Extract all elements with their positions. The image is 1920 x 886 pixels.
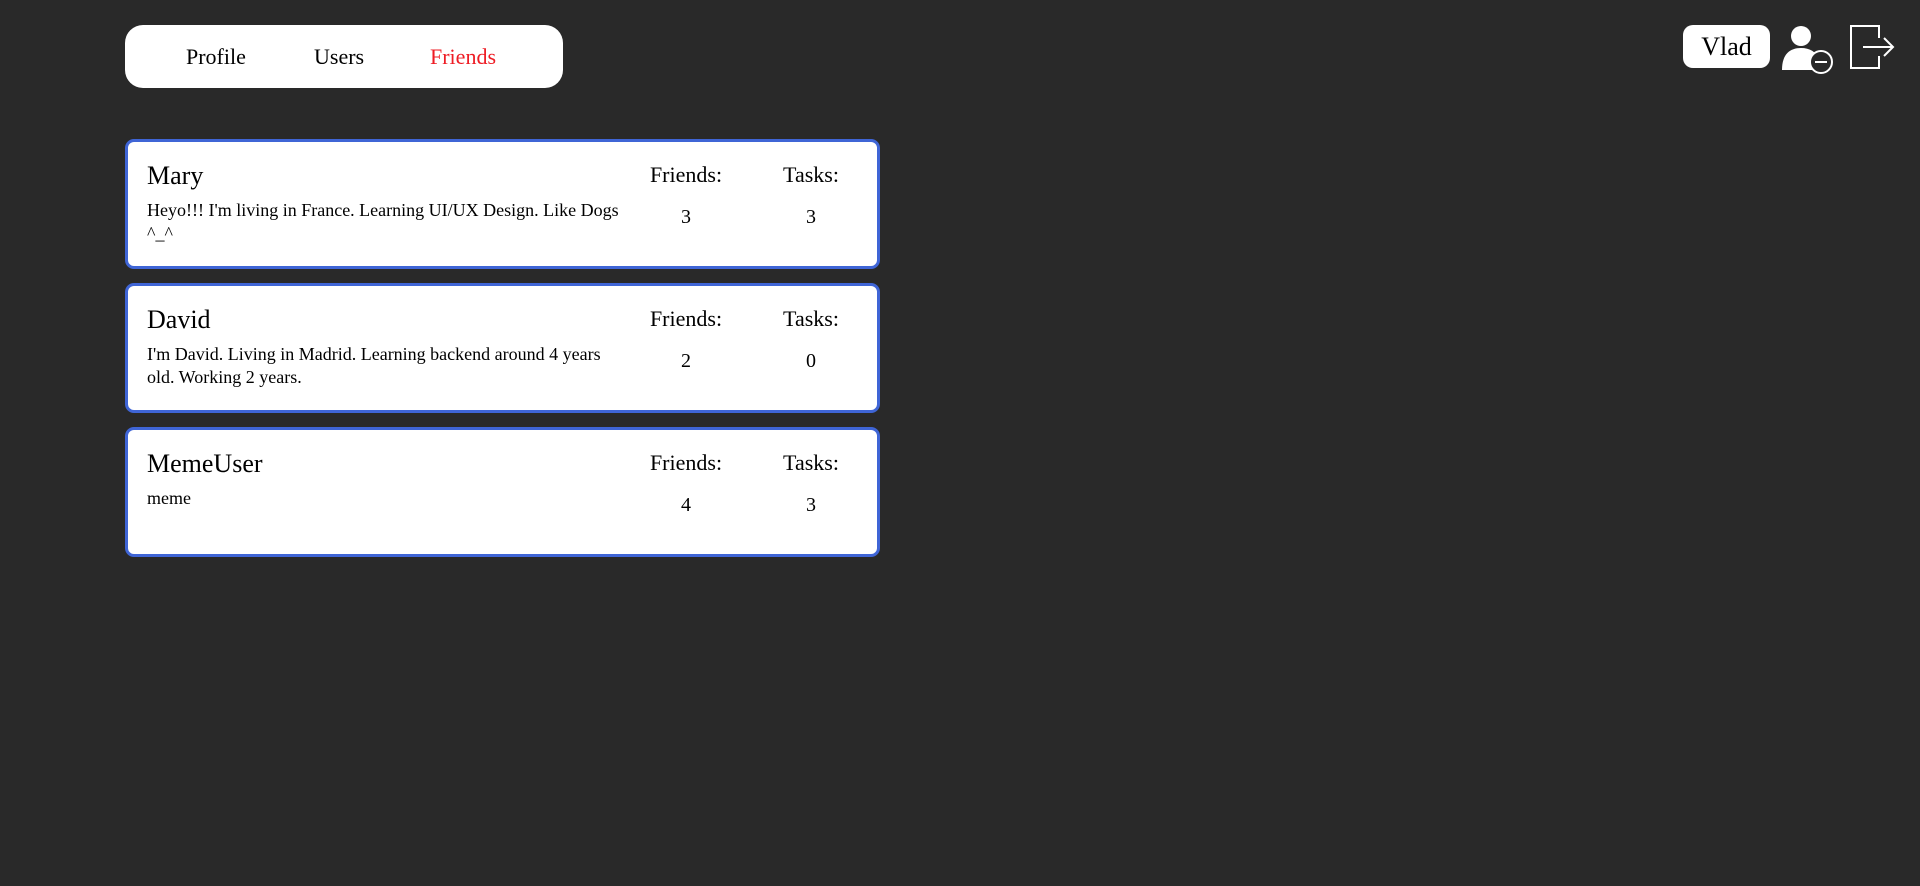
tasks-count-label: Tasks:: [783, 450, 839, 475]
nav-profile[interactable]: Profile: [186, 44, 314, 70]
friends-count-value: 2: [681, 350, 691, 372]
friends-count-label: Friends:: [649, 306, 723, 331]
tasks-count-label: Tasks:: [783, 306, 839, 331]
tasks-count-value: 3: [806, 494, 816, 516]
friend-name: Mary: [147, 161, 204, 190]
tasks-count-value: 0: [806, 350, 816, 372]
friend-card[interactable]: David I'm David. Living in Madrid. Learn…: [125, 283, 880, 413]
nav-users[interactable]: Users: [314, 44, 430, 70]
tasks-count-label: Tasks:: [783, 162, 839, 187]
friend-bio: I'm David. Living in Madrid. Learning ba…: [147, 344, 601, 387]
friend-card[interactable]: Mary Heyo!!! I'm living in France. Learn…: [125, 139, 880, 269]
main-nav: Profile Users Friends: [125, 25, 563, 88]
friend-name: David: [147, 305, 211, 334]
friends-list: Mary Heyo!!! I'm living in France. Learn…: [125, 139, 880, 571]
current-user-badge: Vlad: [1683, 25, 1770, 68]
friends-count-label: Friends:: [649, 162, 723, 187]
friends-count-label: Friends:: [649, 450, 723, 475]
friend-bio: Heyo!!! I'm living in France. Learning U…: [147, 200, 619, 243]
remove-user-icon[interactable]: [1780, 24, 1836, 76]
friend-name: MemeUser: [147, 449, 263, 478]
tasks-count-value: 3: [806, 206, 816, 228]
friend-card[interactable]: MemeUser meme Friends: 4 Tasks: 3: [125, 427, 880, 557]
friend-bio: meme: [147, 488, 191, 508]
logout-icon[interactable]: [1849, 24, 1895, 70]
friends-count-value: 4: [681, 494, 691, 516]
friends-count-value: 3: [681, 206, 691, 228]
current-username: Vlad: [1701, 31, 1752, 61]
nav-friends[interactable]: Friends: [430, 44, 496, 70]
